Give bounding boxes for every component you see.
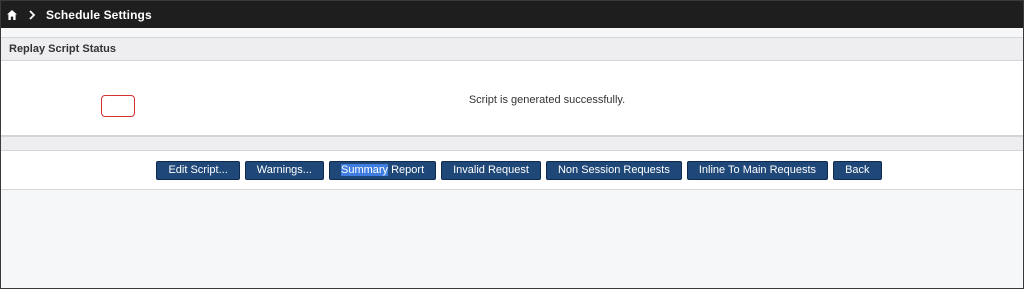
back-button[interactable]: Back <box>833 160 882 180</box>
back-label: Back <box>845 164 870 176</box>
top-navigation-bar: Schedule Settings <box>1 1 1023 28</box>
edit-script-button[interactable]: Edit Script... <box>156 160 240 180</box>
window-frame: Schedule Settings Replay Script Status S… <box>0 0 1024 289</box>
action-button-bar: Edit Script... Warnings... Summary Repor… <box>1 151 1023 190</box>
home-icon[interactable] <box>5 8 19 22</box>
edit-script-label: Edit Script... <box>168 164 228 176</box>
invalid-request-button[interactable]: Invalid Request <box>441 160 541 180</box>
invalid-request-label: Invalid Request <box>453 164 529 176</box>
non-session-requests-label: Non Session Requests <box>557 164 670 176</box>
status-panel: Script is generated successfully. <box>1 61 1023 137</box>
breadcrumb-title: Schedule Settings <box>46 7 152 22</box>
inline-to-main-requests-button[interactable]: Inline To Main Requests <box>686 160 829 180</box>
inline-to-main-requests-label: Inline To Main Requests <box>698 164 817 176</box>
warnings-label: Warnings... <box>256 164 312 176</box>
section-title: Replay Script Status <box>9 43 116 55</box>
divider-strip <box>1 137 1023 151</box>
status-message: Script is generated successfully. <box>468 94 626 106</box>
warnings-button[interactable]: Warnings... <box>244 160 324 180</box>
summary-report-label-rest: Report <box>388 164 425 176</box>
section-header: Replay Script Status <box>1 37 1023 61</box>
non-session-requests-button[interactable]: Non Session Requests <box>545 160 682 180</box>
chevron-right-icon <box>26 9 38 21</box>
summary-report-button[interactable]: Summary Report <box>328 160 437 180</box>
summary-report-label-highlighted: Summary <box>340 164 389 176</box>
